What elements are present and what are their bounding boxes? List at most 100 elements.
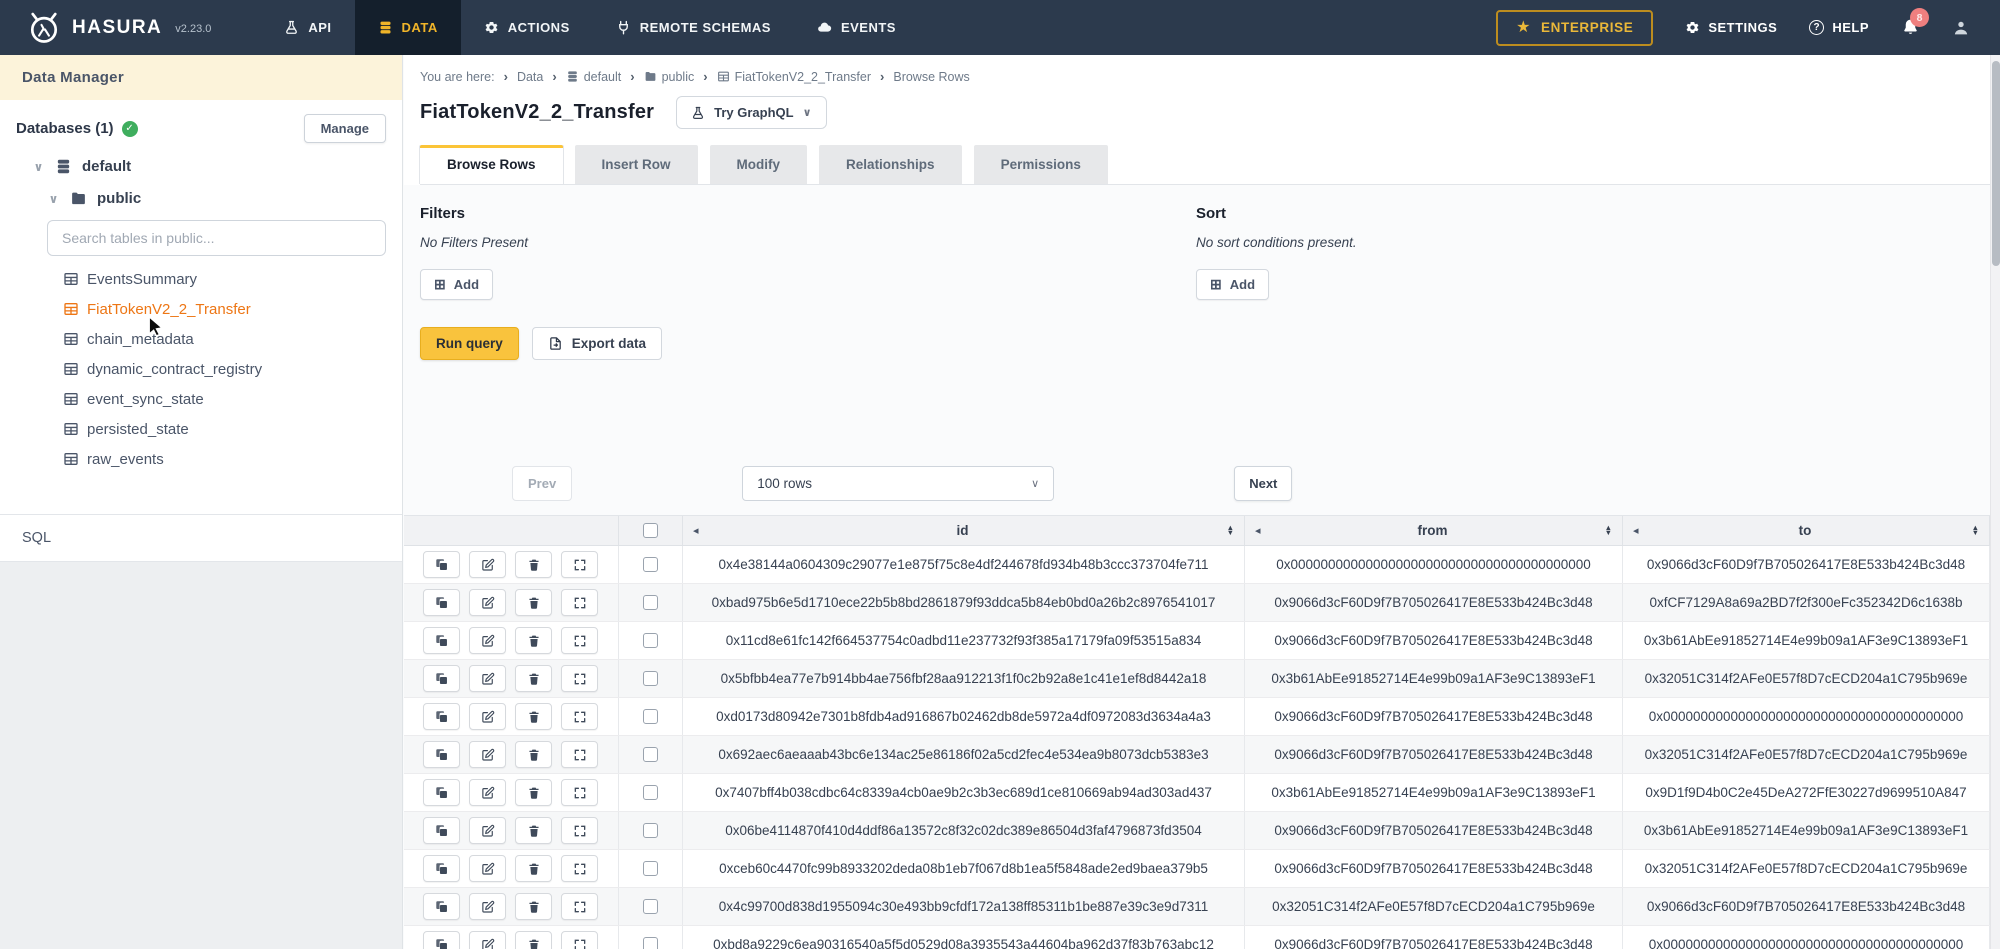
vertical-scrollbar[interactable] — [1990, 55, 2000, 949]
edit-row-button[interactable] — [469, 627, 506, 654]
delete-row-button[interactable] — [515, 817, 552, 844]
select-all-checkbox[interactable] — [643, 523, 658, 538]
expand-row-button[interactable] — [561, 741, 598, 768]
tab-permissions[interactable]: Permissions — [974, 145, 1108, 184]
tab-browse-rows[interactable]: Browse Rows — [420, 145, 563, 184]
scrollbar-thumb[interactable] — [1992, 61, 2000, 266]
next-page-button[interactable]: Next — [1234, 466, 1292, 501]
nav-item-actions[interactable]: ACTIONS — [461, 0, 593, 55]
edit-row-button[interactable] — [469, 589, 506, 616]
settings-button[interactable]: SETTINGS — [1685, 20, 1777, 35]
copy-row-button[interactable] — [423, 779, 460, 806]
user-menu-button[interactable] — [1952, 19, 1970, 37]
copy-row-button[interactable] — [423, 589, 460, 616]
delete-row-button[interactable] — [515, 551, 552, 578]
copy-row-button[interactable] — [423, 817, 460, 844]
edit-row-button[interactable] — [469, 551, 506, 578]
edit-row-button[interactable] — [469, 855, 506, 882]
sidebar-table-persisted-state[interactable]: persisted_state — [63, 414, 386, 444]
expand-row-button[interactable] — [561, 779, 598, 806]
delete-row-button[interactable] — [515, 665, 552, 692]
expand-row-button[interactable] — [561, 589, 598, 616]
breadcrumb-item-data[interactable]: Data — [517, 70, 543, 84]
expand-row-button[interactable] — [561, 703, 598, 730]
delete-row-button[interactable] — [515, 589, 552, 616]
expand-row-button[interactable] — [561, 551, 598, 578]
delete-row-button[interactable] — [515, 779, 552, 806]
add-sort-button[interactable]: ⊞ Add — [1196, 269, 1269, 300]
delete-row-button[interactable] — [515, 627, 552, 654]
row-checkbox[interactable] — [643, 823, 658, 838]
row-checkbox[interactable] — [643, 557, 658, 572]
sidebar-table-chain-metadata[interactable]: chain_metadata — [63, 324, 386, 354]
sidebar-table-eventssummary[interactable]: EventsSummary — [63, 264, 386, 294]
sidebar-database-default[interactable]: ∨ default — [16, 158, 386, 175]
copy-row-button[interactable] — [423, 741, 460, 768]
copy-row-button[interactable] — [423, 931, 460, 949]
edit-row-button[interactable] — [469, 931, 506, 949]
expand-row-button[interactable] — [561, 855, 598, 882]
brand[interactable]: HASURA v2.23.0 — [0, 0, 231, 55]
sort-icon[interactable]: ▲▼ — [1605, 526, 1612, 535]
row-checkbox[interactable] — [643, 785, 658, 800]
tab-insert-row[interactable]: Insert Row — [575, 145, 698, 184]
expand-row-button[interactable] — [561, 931, 598, 949]
row-checkbox[interactable] — [643, 633, 658, 648]
tab-modify[interactable]: Modify — [710, 145, 808, 184]
delete-row-button[interactable] — [515, 931, 552, 949]
breadcrumb-item-public[interactable]: public — [644, 70, 695, 84]
chevron-down-icon[interactable]: ∨ — [47, 192, 60, 206]
sidebar-item-sql[interactable]: SQL — [0, 514, 402, 561]
row-checkbox[interactable] — [643, 709, 658, 724]
copy-row-button[interactable] — [423, 855, 460, 882]
help-button[interactable]: ? HELP — [1809, 20, 1869, 35]
copy-row-button[interactable] — [423, 893, 460, 920]
notifications-button[interactable]: 8 — [1901, 18, 1920, 37]
nav-item-data[interactable]: DATA — [355, 0, 461, 55]
breadcrumb-item-fiattokenv2-2-transfer[interactable]: FiatTokenV2_2_Transfer — [717, 70, 871, 84]
edit-row-button[interactable] — [469, 741, 506, 768]
run-query-button[interactable]: Run query — [420, 327, 519, 360]
sidebar-table-event-sync-state[interactable]: event_sync_state — [63, 384, 386, 414]
row-checkbox[interactable] — [643, 671, 658, 686]
sidebar-table-fiattokenv2-2-transfer[interactable]: FiatTokenV2_2_Transfer — [63, 294, 386, 324]
copy-row-button[interactable] — [423, 551, 460, 578]
delete-row-button[interactable] — [515, 855, 552, 882]
chevron-down-icon[interactable]: ∨ — [32, 160, 45, 174]
delete-row-button[interactable] — [515, 741, 552, 768]
enterprise-button[interactable]: ★ ENTERPRISE — [1496, 10, 1653, 46]
sort-icon[interactable]: ▲▼ — [1227, 526, 1234, 535]
delete-row-button[interactable] — [515, 893, 552, 920]
sort-icon[interactable]: ▲▼ — [1972, 526, 1979, 535]
copy-row-button[interactable] — [423, 627, 460, 654]
row-checkbox[interactable] — [643, 937, 658, 949]
manage-button[interactable]: Manage — [304, 114, 386, 143]
delete-row-button[interactable] — [515, 703, 552, 730]
export-data-button[interactable]: Export data — [532, 327, 662, 360]
nav-item-remote-schemas[interactable]: REMOTE SCHEMAS — [593, 0, 794, 55]
expand-row-button[interactable] — [561, 627, 598, 654]
edit-row-button[interactable] — [469, 817, 506, 844]
try-graphql-button[interactable]: Try GraphQL ∨ — [676, 96, 826, 129]
edit-row-button[interactable] — [469, 665, 506, 692]
add-filter-button[interactable]: ⊞ Add — [420, 269, 493, 300]
copy-row-button[interactable] — [423, 703, 460, 730]
row-checkbox[interactable] — [643, 595, 658, 610]
edit-row-button[interactable] — [469, 703, 506, 730]
row-checkbox[interactable] — [643, 861, 658, 876]
breadcrumb-item-browse-rows[interactable]: Browse Rows — [893, 70, 969, 84]
sidebar-table-dynamic-contract-registry[interactable]: dynamic_contract_registry — [63, 354, 386, 384]
expand-row-button[interactable] — [561, 817, 598, 844]
sidebar-schema-public[interactable]: ∨ public — [16, 190, 386, 207]
edit-row-button[interactable] — [469, 779, 506, 806]
expand-row-button[interactable] — [561, 665, 598, 692]
sidebar-table-raw-events[interactable]: raw_events — [63, 444, 386, 474]
rows-per-page-select[interactable]: 100 rows ∨ — [742, 466, 1054, 501]
edit-row-button[interactable] — [469, 893, 506, 920]
row-checkbox[interactable] — [643, 899, 658, 914]
prev-page-button[interactable]: Prev — [512, 466, 572, 501]
expand-row-button[interactable] — [561, 893, 598, 920]
nav-item-api[interactable]: API — [261, 0, 354, 55]
copy-row-button[interactable] — [423, 665, 460, 692]
row-checkbox[interactable] — [643, 747, 658, 762]
